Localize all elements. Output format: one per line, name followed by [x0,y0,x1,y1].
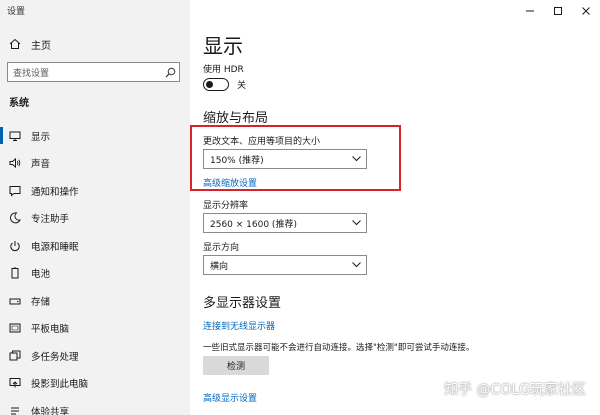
close-icon[interactable] [572,0,600,22]
sidebar-item-battery[interactable]: 电池 [0,260,190,288]
orientation-dropdown[interactable]: 横向 [203,255,367,275]
sidebar-item-storage[interactable]: 存储 [0,287,190,315]
advanced-scaling-link[interactable]: 高级缩放设置 [203,176,257,189]
hdr-label: 使用 HDR [203,65,244,75]
sidebar-item-label: 电源和睡眠 [31,241,79,253]
battery-icon [9,267,21,279]
sidebar-item-multitasking[interactable]: 多任务处理 [0,342,190,370]
sidebar-item-label: 体验共享 [31,406,70,415]
sidebar-item-label: 电池 [31,269,51,281]
resolution-dropdown[interactable]: 2560 × 1600 (推荐) [203,213,367,233]
resolution-label: 显示分辨率 [203,201,249,211]
sidebar-item-projecting[interactable]: 投影到此电脑 [0,370,190,398]
monitor-icon [9,130,21,142]
sidebar-item-tablet[interactable]: 平板电脑 [0,315,190,343]
orientation-value: 横向 [210,261,229,272]
hdr-toggle[interactable] [203,78,229,91]
wireless-display-link[interactable]: 连接到无线显示器 [203,319,275,332]
sidebar-item-display[interactable]: 显示 [0,122,190,150]
sidebar-item-label: 专注助手 [31,214,70,226]
window-controls [516,0,600,22]
moon-icon [9,212,21,224]
chevron-down-icon [346,156,366,162]
speaker-icon [9,157,21,169]
sidebar-nav: 显示 声音 通知和操作 专注助手 电源和睡眠 电池 存储 平板电脑 多任务处理 … [0,122,190,415]
hdr-toggle-state: 关 [237,81,247,91]
resolution-value: 2560 × 1600 (推荐) [210,219,297,230]
detect-button[interactable]: 检测 [203,356,269,375]
main-panel: 显示 使用 HDR 关 缩放与布局 更改文本、应用等项目的大小 150% (推荐… [190,0,600,415]
sidebar-item-label: 多任务处理 [31,351,79,363]
sidebar-item-label: 显示 [31,131,51,143]
hdr-toggle-row: 关 [203,78,246,91]
home-icon [9,38,21,50]
watermark: 知乎 @COLG玩家社区 [444,382,586,398]
sidebar-item-label: 通知和操作 [31,186,79,198]
multi-display-heading: 多显示器设置 [203,296,282,311]
home-nav-item[interactable]: 主页 [0,34,190,54]
chevron-down-icon [346,220,366,226]
share-icon [9,405,21,415]
sidebar-item-shared-experiences[interactable]: 体验共享 [0,397,190,415]
orientation-label: 显示方向 [203,243,240,253]
maximize-icon[interactable] [544,0,572,22]
search-placeholder: 查找设置 [13,68,50,79]
search-icon[interactable] [161,67,179,78]
search-input[interactable]: 查找设置 [7,62,180,82]
section-heading: 系统 [9,98,29,109]
toggle-knob [206,81,213,88]
advanced-display-link[interactable]: 高级显示设置 [203,391,257,404]
scale-layout-heading: 缩放与布局 [203,111,269,126]
tablet-icon [9,322,21,334]
minimize-icon[interactable] [516,0,544,22]
page-title: 显示 [203,34,243,58]
home-label: 主页 [31,40,51,52]
message-icon [9,185,21,197]
sidebar-item-label: 声音 [31,159,51,171]
storage-icon [9,295,21,307]
window-title: 设置 [7,7,26,17]
sidebar-item-label: 存储 [31,296,51,308]
sidebar-item-power[interactable]: 电源和睡眠 [0,232,190,260]
multitask-icon [9,350,21,362]
text-size-value: 150% (推荐) [210,155,264,166]
text-size-dropdown[interactable]: 150% (推荐) [203,149,367,169]
sidebar-item-focus-assist[interactable]: 专注助手 [0,205,190,233]
sidebar-item-label: 投影到此电脑 [31,379,89,391]
chevron-down-icon [346,262,366,268]
detect-description: 一些旧式显示器可能不会进行自动连接。选择"检测"即可尝试手动连接。 [203,343,475,353]
text-size-label: 更改文本、应用等项目的大小 [203,137,321,147]
sidebar: 设置 主页 查找设置 系统 显示 声音 通知和操作 专注助手 电源和睡眠 电池 … [0,0,190,415]
sidebar-item-sound[interactable]: 声音 [0,150,190,178]
sidebar-item-label: 平板电脑 [31,324,70,336]
power-icon [9,240,21,252]
sidebar-item-notifications[interactable]: 通知和操作 [0,177,190,205]
project-icon [9,377,21,389]
